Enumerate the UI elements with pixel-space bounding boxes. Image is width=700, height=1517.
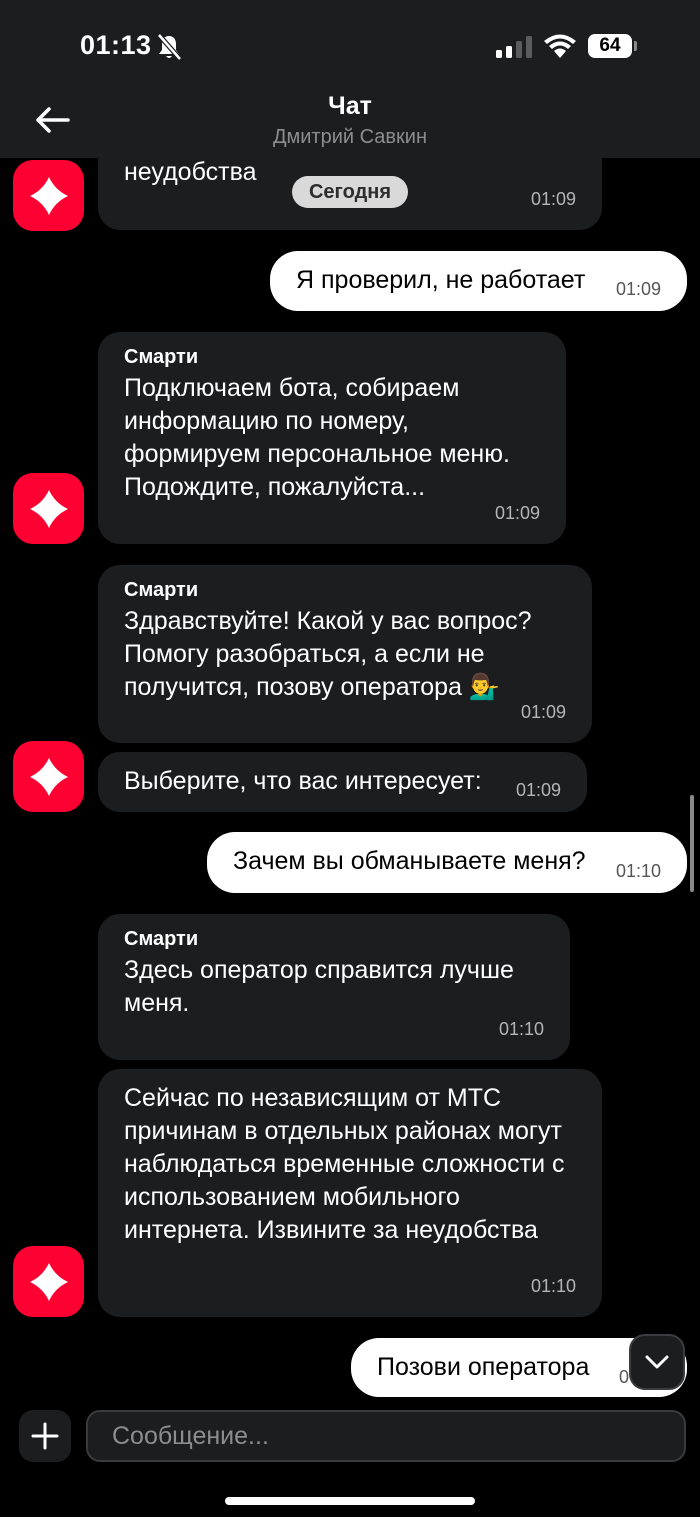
- message-text: Выберите, что вас интересует:: [124, 767, 482, 795]
- chevron-down-icon: [645, 1355, 669, 1369]
- message-input[interactable]: [86, 1410, 686, 1462]
- plus-icon: [31, 1422, 59, 1450]
- message-time: 0: [619, 1367, 630, 1387]
- wifi-icon: [544, 34, 576, 58]
- page-subtitle: Дмитрий Савкин: [272, 126, 428, 148]
- message-time: 01:09: [615, 279, 661, 299]
- outgoing-message: Я проверил, не работает 01:09: [270, 251, 687, 311]
- message-text: Подключаем бота, собираем информацию по …: [124, 374, 510, 501]
- message-sender: Смарти: [124, 928, 199, 950]
- cellular-signal-icon: [496, 36, 532, 58]
- page-title: Чат: [328, 92, 372, 120]
- scrollbar[interactable]: [690, 795, 694, 892]
- message-text: Здесь оператор справится лучше меня.: [124, 956, 514, 1017]
- battery-icon: 64: [588, 34, 632, 58]
- bot-avatar[interactable]: [13, 160, 84, 231]
- message-time: 01:09: [520, 702, 566, 722]
- bot-avatar[interactable]: [13, 1246, 84, 1317]
- mts-star-icon: [29, 176, 68, 215]
- attach-button[interactable]: [19, 1410, 71, 1462]
- outgoing-message: Зачем вы обманываете меня? 01:10: [207, 832, 687, 893]
- mts-star-icon: [29, 489, 68, 528]
- mts-star-icon: [29, 1262, 68, 1301]
- message-time: 01:09: [530, 189, 576, 209]
- bot-avatar[interactable]: [13, 473, 84, 544]
- bell-muted-icon: [157, 33, 182, 61]
- incoming-message: Выберите, что вас интересует: 01:09: [98, 752, 587, 812]
- message-text: Зачем вы обманываете меня?: [233, 847, 586, 875]
- bot-avatar[interactable]: [13, 741, 84, 812]
- home-indicator: [225, 1497, 475, 1505]
- message-sender: Смарти: [124, 346, 199, 368]
- message-text: Позови оператора: [377, 1353, 590, 1381]
- message-sender: Смарти: [124, 579, 199, 601]
- top-bar: 01:13 64 Чат Дмитрий Савкин: [0, 0, 700, 158]
- date-separator: Сегодня: [292, 176, 408, 208]
- message-time: 01:09: [515, 780, 561, 800]
- message-time: 01:10: [615, 861, 661, 881]
- message-time: 01:10: [530, 1276, 576, 1296]
- incoming-message: Смарти Здесь оператор справится лучше ме…: [98, 914, 570, 1060]
- incoming-message: Смарти Здравствуйте! Какой у вас вопрос?…: [98, 565, 592, 743]
- message-text: Сейчас по независящим от МТС причинам в …: [124, 1084, 565, 1244]
- message-time: 01:10: [498, 1019, 544, 1039]
- message-text: Здравствуйте! Какой у вас вопрос? Помогу…: [124, 607, 532, 701]
- incoming-message: Сейчас по независящим от МТС причинам в …: [98, 1069, 602, 1317]
- message-text: Я проверил, не работает: [296, 266, 586, 294]
- status-time: 01:13: [80, 30, 152, 60]
- scroll-down-button[interactable]: [629, 1334, 685, 1390]
- mts-star-icon: [29, 757, 68, 796]
- message-time: 01:09: [494, 503, 540, 523]
- incoming-message: Смарти Подключаем бота, собираем информа…: [98, 332, 566, 544]
- battery-tip: [634, 41, 637, 51]
